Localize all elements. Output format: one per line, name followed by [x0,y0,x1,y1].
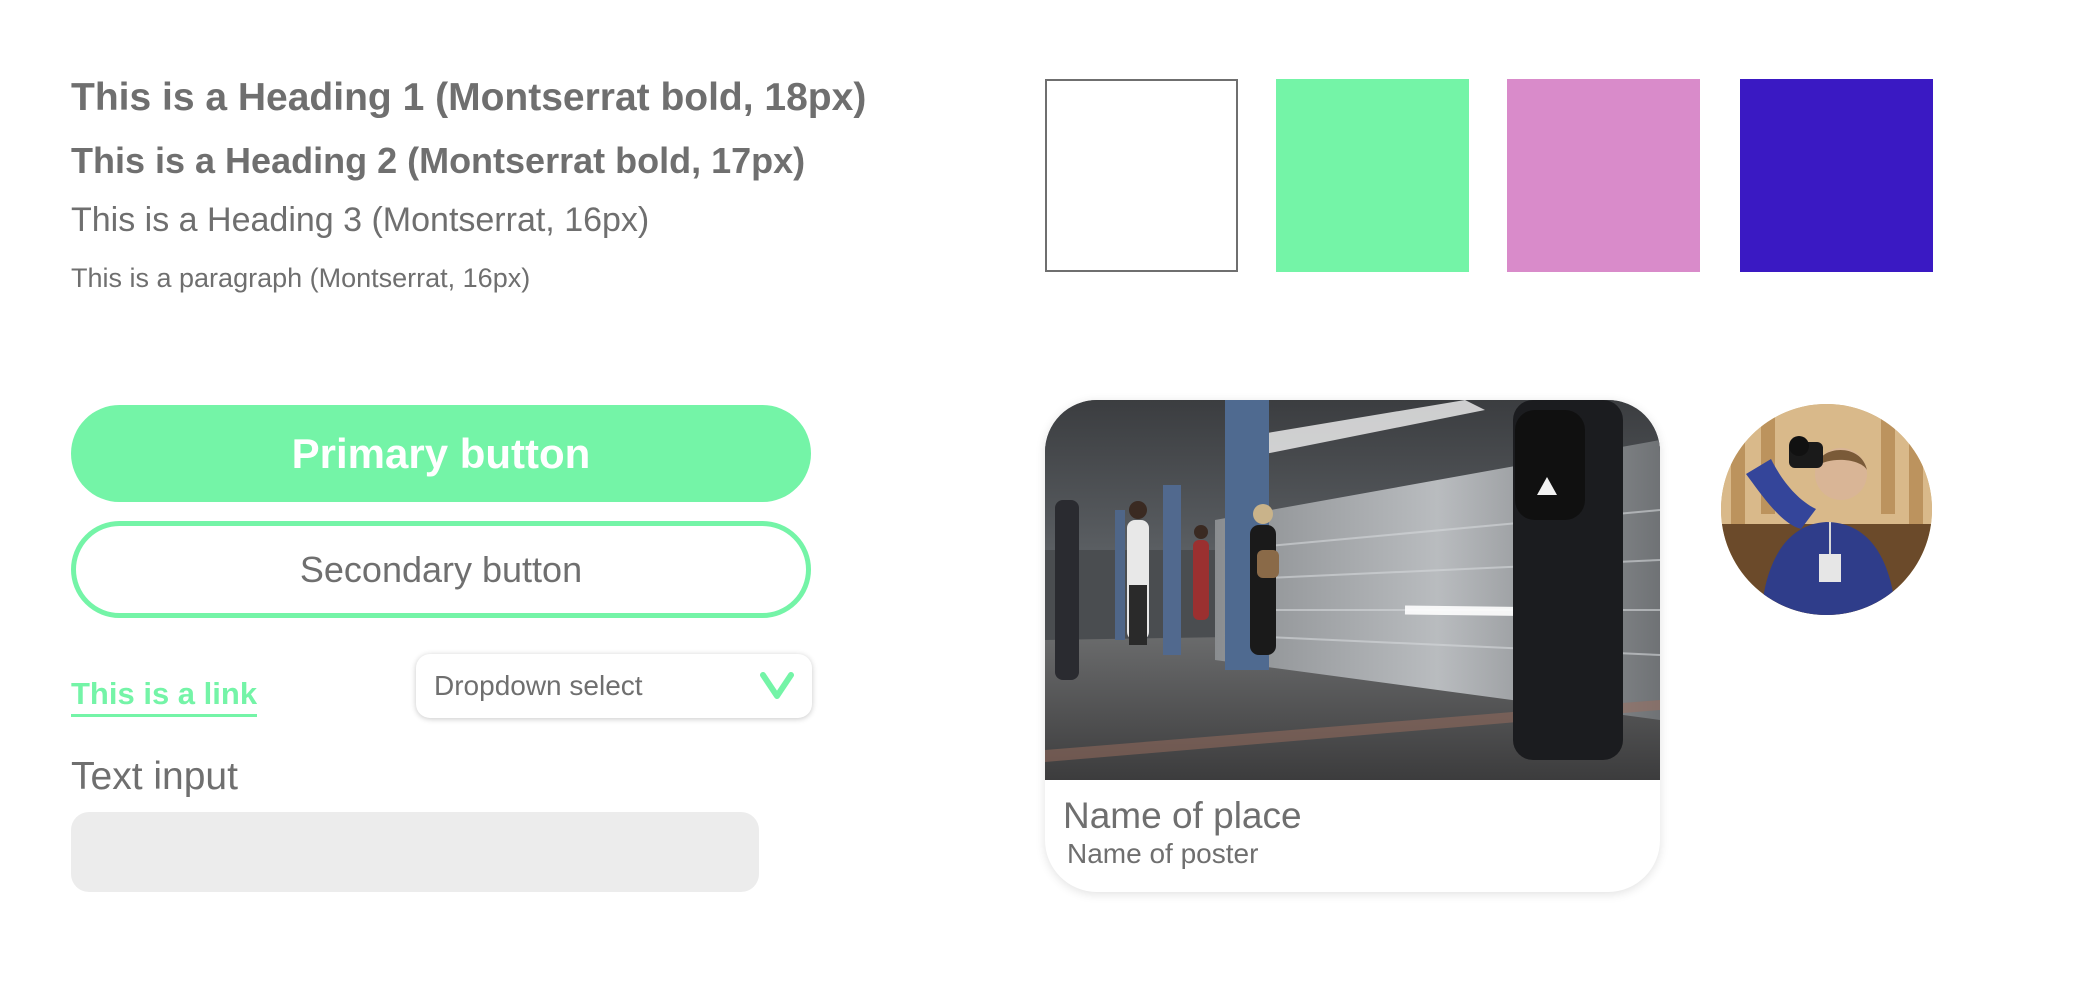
text-input-label: Text input [71,755,238,798]
poster-name: Name of poster [1067,838,1259,869]
heading-1-sample: This is a Heading 1 (Montserrat bold, 18… [71,76,867,119]
secondary-button[interactable]: Secondary button [71,521,811,618]
color-swatch-pink [1507,79,1700,272]
chevron-down-icon [760,672,794,699]
user-avatar[interactable] [1721,404,1932,615]
text-link[interactable]: This is a link [71,676,258,717]
heading-2-sample: This is a Heading 2 (Montserrat bold, 17… [71,140,806,181]
paragraph-sample: This is a paragraph (Montserrat, 16px) [71,263,531,293]
place-card[interactable]: Name of place Name of poster [1045,400,1660,892]
place-name: Name of place [1063,795,1302,836]
heading-3-sample: This is a Heading 3 (Montserrat, 16px) [71,201,650,239]
dropdown-value: Dropdown select [434,670,643,701]
primary-button[interactable]: Primary button [71,405,811,502]
text-input-field[interactable] [71,812,759,892]
color-swatch-white [1045,79,1238,272]
dropdown-select[interactable]: Dropdown select [416,654,812,718]
avatar-photo [1721,404,1932,615]
color-swatch-green [1276,79,1469,272]
place-photo [1045,400,1660,780]
color-swatch-blue [1740,79,1933,272]
